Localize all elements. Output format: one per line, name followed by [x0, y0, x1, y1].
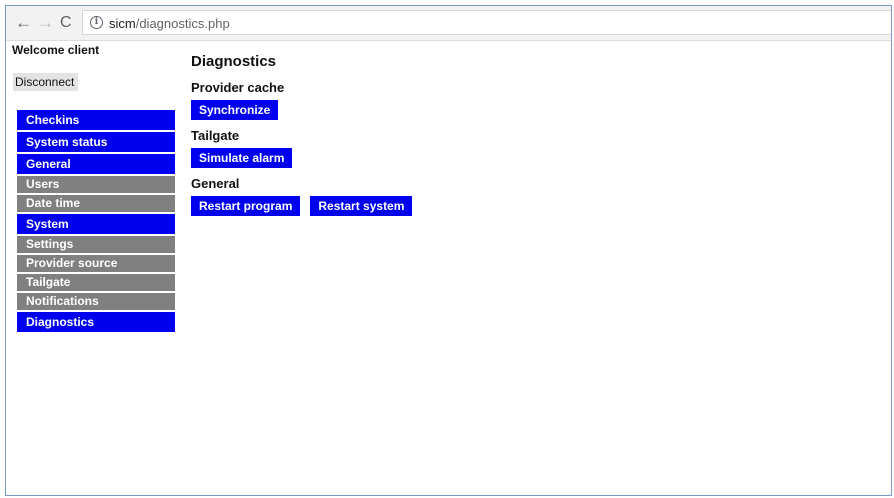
tailgate-actions: Simulate alarm: [191, 148, 422, 168]
forward-arrow-icon[interactable]: →: [37, 14, 54, 31]
menu-item-checkins[interactable]: Checkins: [17, 110, 175, 132]
main-content: Diagnostics Provider cache Synchronize T…: [191, 53, 422, 224]
browser-toolbar: ← → C i sicm/diagnostics.php: [6, 6, 891, 41]
menu-item-tailgate[interactable]: Tailgate: [17, 274, 175, 293]
section-heading-provider-cache: Provider cache: [191, 80, 285, 95]
menu-item-settings[interactable]: Settings: [17, 236, 175, 255]
general-actions: Restart program Restart system: [191, 196, 422, 216]
restart-program-button[interactable]: Restart program: [191, 196, 301, 216]
welcome-text: Welcome client: [12, 43, 100, 57]
menu-item-date-time[interactable]: Date time: [17, 195, 175, 214]
synchronize-button[interactable]: Synchronize: [191, 100, 279, 120]
restart-system-button[interactable]: Restart system: [310, 196, 413, 216]
section-heading-tailgate: Tailgate: [191, 128, 240, 143]
back-arrow-icon[interactable]: ←: [15, 14, 32, 31]
reload-icon[interactable]: C: [60, 14, 72, 31]
menu-item-notifications[interactable]: Notifications: [17, 293, 175, 312]
menu-item-general[interactable]: General: [17, 154, 175, 176]
menu-item-system[interactable]: System: [17, 214, 175, 236]
menu-item-system-status[interactable]: System status: [17, 132, 175, 154]
simulate-alarm-button[interactable]: Simulate alarm: [191, 148, 293, 168]
menu-item-provider-source[interactable]: Provider source: [17, 255, 175, 274]
url-path: /diagnostics.php: [135, 16, 230, 31]
page-title: Diagnostics: [191, 53, 277, 70]
side-menu: Checkins System status General Users Dat…: [17, 110, 175, 334]
menu-item-users[interactable]: Users: [17, 176, 175, 195]
section-heading-general: General: [191, 176, 240, 191]
address-bar[interactable]: i sicm/diagnostics.php: [82, 10, 891, 35]
disconnect-button[interactable]: Disconnect: [13, 73, 79, 91]
url-text[interactable]: sicm/diagnostics.php: [109, 16, 230, 31]
browser-window: ← → C i sicm/diagnostics.php Welcome cli…: [5, 5, 892, 496]
menu-item-diagnostics[interactable]: Diagnostics: [17, 312, 175, 334]
info-icon[interactable]: i: [90, 16, 103, 29]
provider-cache-actions: Synchronize: [191, 100, 422, 120]
url-host: sicm: [109, 16, 136, 31]
